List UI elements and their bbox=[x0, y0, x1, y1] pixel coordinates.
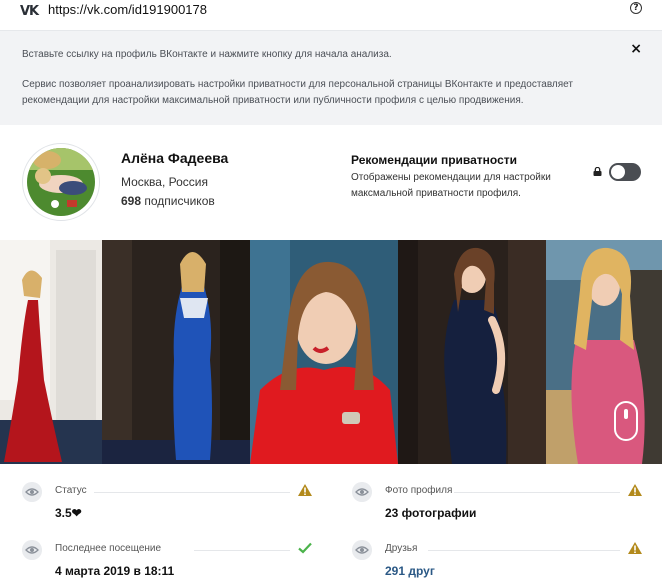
scroll-mouse-wheel bbox=[624, 409, 628, 419]
lock-icon bbox=[593, 167, 602, 176]
info-description-line-2: рекомендации для настройки максимальной … bbox=[22, 95, 524, 106]
stat-last-seen-value: 4 марта 2019 в 18:11 bbox=[55, 564, 175, 578]
stat-status: Статус 3.5❤ bbox=[22, 482, 322, 526]
stat-status-label: Статус bbox=[55, 485, 87, 496]
profile-city: Москва, Россия bbox=[121, 175, 208, 189]
info-description-line-1: Сервис позволяет проанализировать настро… bbox=[22, 79, 573, 90]
avatar-image bbox=[27, 148, 95, 216]
photo-gallery bbox=[0, 240, 662, 464]
scroll-mouse-icon[interactable] bbox=[614, 401, 638, 441]
warning-icon bbox=[628, 542, 642, 554]
stat-last-seen-label: Последнее посещение bbox=[55, 543, 162, 554]
eye-icon bbox=[352, 482, 372, 502]
gallery-photo-4[interactable] bbox=[398, 240, 546, 464]
check-icon bbox=[298, 542, 312, 554]
eye-icon bbox=[22, 482, 42, 502]
stat-friends: Друзья 291 друг bbox=[352, 540, 652, 584]
gallery-photo-5[interactable] bbox=[546, 240, 662, 464]
stat-profile-photo: Фото профиля 23 фотографии bbox=[352, 482, 652, 526]
vk-logo-icon: VK bbox=[20, 4, 39, 19]
close-icon[interactable]: × bbox=[630, 41, 642, 57]
stat-profile-photo-value: 23 фотографии bbox=[385, 506, 477, 520]
stat-divider bbox=[454, 492, 620, 493]
stat-last-seen: Последнее посещение 4 марта 2019 в 18:11 bbox=[22, 540, 322, 584]
recommendations-title: Рекомендации приватности bbox=[351, 153, 518, 167]
subscribers-label: подписчиков bbox=[144, 194, 215, 208]
eye-icon bbox=[22, 540, 42, 560]
info-panel: Вставьте ссылку на профиль ВКонтакте и н… bbox=[0, 31, 662, 125]
stat-divider bbox=[428, 550, 620, 551]
url-bar: VK https://vk.com/id191900178 ? bbox=[0, 0, 662, 31]
eye-icon bbox=[352, 540, 372, 560]
stat-friends-link[interactable]: 291 друг bbox=[385, 564, 435, 578]
profile-name[interactable]: Алёна Фадеева bbox=[121, 150, 228, 166]
privacy-mode-toggle[interactable] bbox=[609, 163, 641, 181]
toggle-knob bbox=[611, 165, 625, 179]
recommendations-description: Отображены рекомендации для настройки ма… bbox=[351, 172, 551, 199]
info-instruction-text: Вставьте ссылку на профиль ВКонтакте и н… bbox=[22, 49, 392, 60]
warning-icon bbox=[298, 484, 312, 496]
warning-icon bbox=[628, 484, 642, 496]
avatar[interactable] bbox=[22, 143, 100, 221]
gallery-photo-3[interactable] bbox=[250, 240, 398, 464]
profile-subscribers: 698 подписчиков bbox=[121, 194, 215, 208]
profile-url-input[interactable]: https://vk.com/id191900178 bbox=[48, 2, 207, 17]
stat-profile-photo-label: Фото профиля bbox=[385, 485, 453, 496]
stat-status-value: 3.5❤ bbox=[55, 506, 82, 520]
gallery-photo-1[interactable] bbox=[0, 240, 102, 464]
stat-divider bbox=[94, 492, 290, 493]
stat-friends-label: Друзья bbox=[385, 543, 418, 554]
stat-divider bbox=[194, 550, 290, 551]
gallery-photo-2[interactable] bbox=[102, 240, 250, 464]
subscribers-count: 698 bbox=[121, 194, 142, 208]
help-circle-icon[interactable]: ? bbox=[630, 2, 642, 14]
